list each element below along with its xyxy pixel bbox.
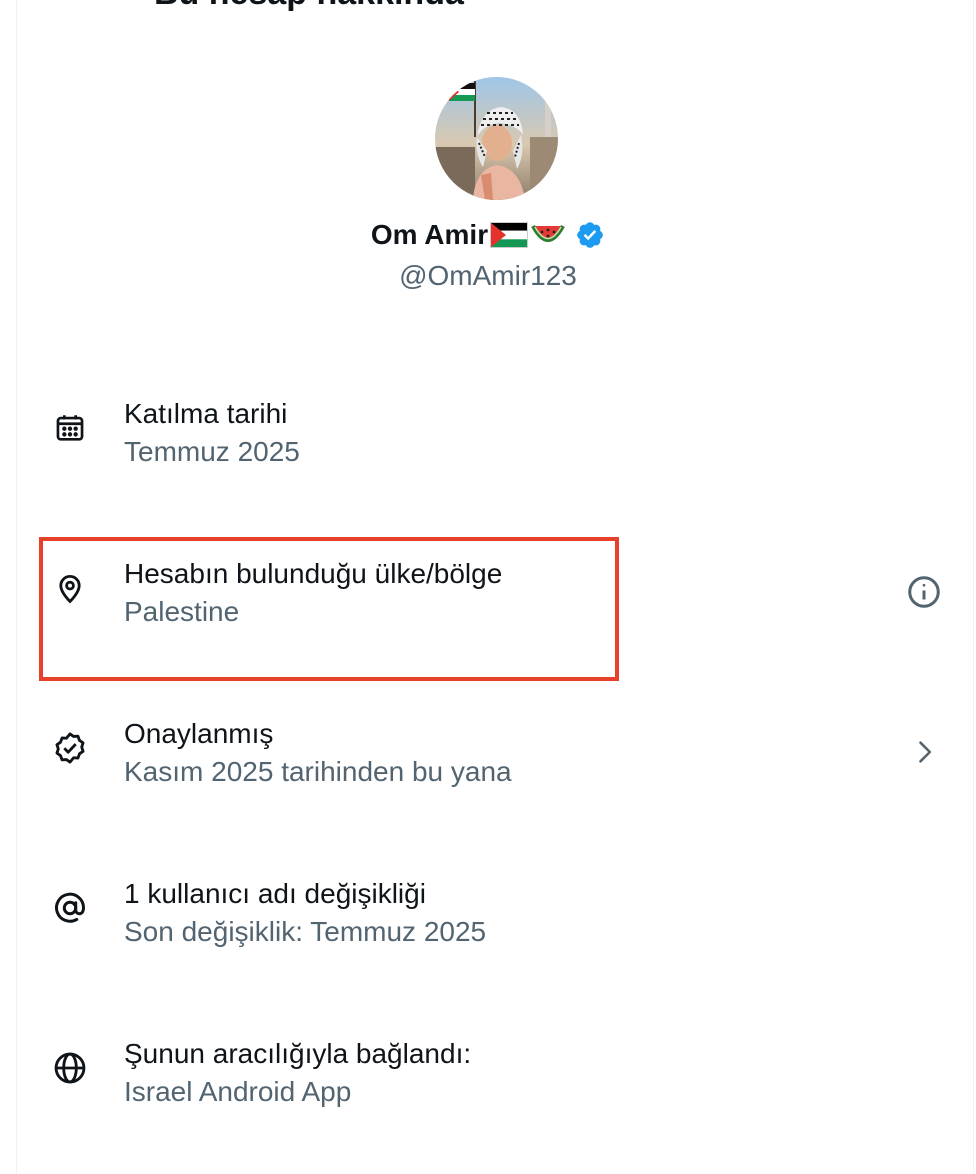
verified-badge-icon (50, 728, 90, 768)
detail-value: Temmuz 2025 (124, 436, 300, 467)
chevron-right-icon[interactable] (902, 730, 946, 774)
column-border-left (16, 0, 17, 1174)
detail-title: Onaylanmış (124, 718, 274, 749)
watermelon-icon (531, 220, 565, 250)
highlight-box (39, 537, 619, 681)
profile-name-row: Om Amir (0, 214, 976, 256)
detail-title: Şunun aracılığıyla bağlandı: (124, 1038, 472, 1069)
page-title: Bu hesap hakkında (154, 0, 464, 13)
at-sign-icon (50, 888, 90, 928)
info-icon[interactable] (902, 570, 946, 614)
avatar[interactable] (435, 77, 558, 200)
user-handle: @OmAmir123 (399, 260, 577, 291)
column-border-right (973, 0, 974, 1174)
globe-icon (50, 1048, 90, 1088)
detail-row-connected-via: Şunun aracılığıyla bağlandı: Israel Andr… (40, 1036, 970, 1136)
detail-title: Katılma tarihi (124, 398, 288, 429)
calendar-icon (50, 408, 90, 448)
detail-value: Son değişiklik: Temmuz 2025 (124, 916, 487, 947)
about-account-page: Bu hesap hakkında (0, 0, 976, 1174)
detail-value: Kasım 2025 tarihinden bu yana (124, 756, 512, 787)
detail-title: 1 kullanıcı adı değişikliği (124, 878, 426, 909)
display-name: Om Amir (370, 219, 489, 250)
palestine-flag-icon (490, 222, 529, 248)
detail-row-joined: Katılma tarihi Temmuz 2025 (40, 396, 970, 496)
detail-row-verified[interactable]: Onaylanmış Kasım 2025 tarihinden bu yana (40, 716, 970, 816)
detail-row-username-change: 1 kullanıcı adı değişikliği Son değişikl… (40, 876, 970, 976)
verified-badge-icon[interactable] (575, 220, 605, 250)
detail-value: Israel Android App (124, 1076, 352, 1107)
